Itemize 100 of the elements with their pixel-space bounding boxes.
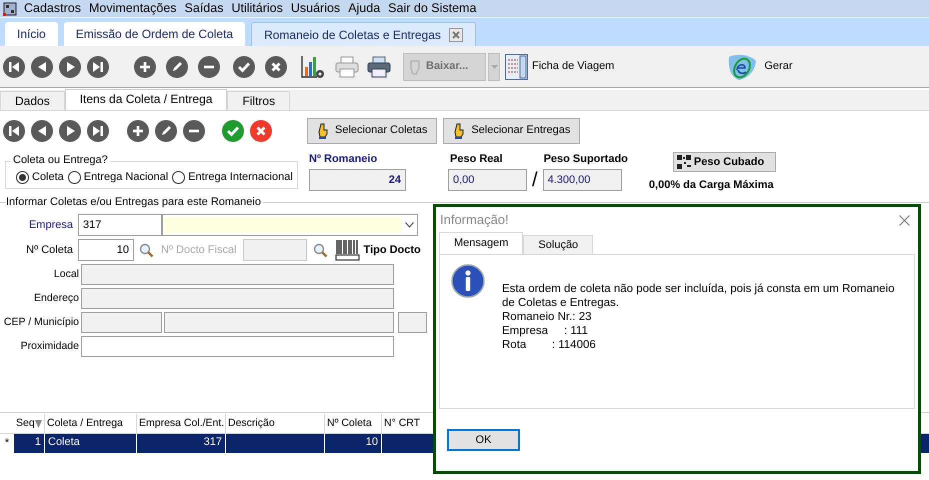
remove-icon[interactable]: [198, 56, 220, 78]
radio-icon[interactable]: [16, 170, 29, 184]
menu-item[interactable]: Cadastros: [20, 0, 85, 17]
tab[interactable]: Mensagem: [439, 232, 524, 254]
menu-item[interactable]: Movimentações: [84, 0, 181, 17]
edit-icon[interactable]: [166, 56, 188, 78]
text-field[interactable]: [81, 288, 394, 309]
previous-record-icon[interactable]: [31, 56, 53, 78]
app-icon: [3, 2, 17, 16]
hand-icon: [317, 122, 329, 138]
printer-icon[interactable]: [367, 56, 391, 78]
hand-icon: [453, 122, 466, 138]
cancel-icon[interactable]: [265, 56, 287, 78]
tab[interactable]: Itens da Coleta / Entrega: [64, 89, 228, 110]
menu-item[interactable]: Sair do Sistema: [384, 0, 480, 17]
table-cell: Coleta: [45, 434, 137, 453]
tab[interactable]: Filtros: [227, 91, 290, 110]
search-icon[interactable]: [139, 242, 154, 258]
last-record-icon[interactable]: [87, 56, 109, 78]
gerar-label[interactable]: Gerar: [764, 58, 792, 75]
table-cell: 10: [325, 434, 382, 453]
empresa-field[interactable]: 317: [78, 214, 162, 236]
peso-suportado-field[interactable]: 4.300,00: [542, 169, 622, 191]
caret-icon: [490, 64, 498, 68]
sort-icon[interactable]: [34, 420, 42, 428]
docto-fiscal-field[interactable]: [242, 239, 307, 261]
barcode-icon[interactable]: [334, 239, 360, 261]
separator-slash: /: [532, 169, 538, 191]
remove-icon[interactable]: [183, 120, 205, 142]
radio-option[interactable]: Coleta: [16, 168, 64, 186]
peso-real-field[interactable]: 0,00: [448, 169, 527, 191]
field-label: Local: [52, 266, 80, 282]
carga-maxima-text: 0,00% da Carga Máxima: [648, 178, 774, 193]
tab[interactable]: Início: [5, 22, 58, 46]
field-label: Endereço: [33, 290, 80, 306]
select-button[interactable]: Selecionar Coletas: [307, 118, 438, 144]
tab[interactable]: Dados: [0, 91, 65, 110]
peso-real-label: Peso Real: [449, 152, 504, 167]
last-record-icon[interactable]: [87, 120, 109, 142]
close-icon[interactable]: [899, 214, 910, 226]
group-title: Coleta ou Entrega?: [11, 153, 110, 167]
radio-icon[interactable]: [68, 170, 81, 184]
column-header[interactable]: Empresa Col./Ent.: [137, 414, 226, 433]
radio-option[interactable]: Entrega Internacional: [172, 168, 293, 186]
field-label: Nº Coleta: [25, 242, 74, 258]
message-text: Esta ordem de coleta não pode ser incluída, pois já consta em um Romaneio de Coletas e Entregas. Romaneio Nr.: 23 Empresa : 111 Rota : 114006: [502, 282, 896, 352]
section-title: Informar Coletas e/ou Entregas para este Romaneio: [6, 195, 263, 209]
row-marker: *: [0, 434, 14, 453]
radio-option[interactable]: Entrega Nacional: [68, 168, 168, 186]
menu-item[interactable]: Utilitários: [227, 0, 287, 17]
column-header[interactable]: Descrição: [226, 414, 325, 433]
edit-icon[interactable]: [155, 120, 177, 142]
column-header[interactable]: Coleta / Entrega: [45, 414, 137, 433]
info-icon: [451, 264, 485, 298]
menu-item[interactable]: Usuários: [286, 0, 344, 17]
close-icon[interactable]: [448, 28, 463, 42]
field-label: Empresa: [28, 218, 74, 233]
coleta-field[interactable]: 10: [78, 239, 134, 261]
select-button[interactable]: Selecionar Entregas: [443, 118, 580, 144]
confirm-icon[interactable]: [222, 120, 244, 142]
tab[interactable]: Emissão de Ordem de Coleta: [64, 22, 246, 46]
dialog-title: Informação!: [440, 211, 509, 230]
previous-record-icon[interactable]: [31, 120, 53, 142]
tab[interactable]: Solução: [523, 235, 594, 254]
menu-item[interactable]: Ajuda: [344, 0, 384, 17]
search-icon[interactable]: [312, 242, 328, 258]
field-label: CEP / Município: [2, 314, 80, 330]
menu-item[interactable]: Saídas: [180, 0, 228, 17]
field-label: Nº Docto Fiscal: [161, 242, 237, 258]
text-field[interactable]: [81, 264, 394, 285]
add-icon[interactable]: [134, 56, 156, 78]
cep-field[interactable]: [81, 312, 162, 333]
romaneio-label: Nº Romaneio: [309, 152, 378, 167]
first-record-icon[interactable]: [3, 120, 25, 142]
tab[interactable]: Romaneio de Coletas e Entregas: [251, 22, 476, 46]
cancel-icon[interactable]: [250, 120, 272, 142]
radio-icon[interactable]: [172, 170, 186, 184]
table-cell: 1: [14, 434, 45, 453]
field-label: Tipo Docto: [364, 242, 421, 258]
next-record-icon[interactable]: [59, 120, 81, 142]
ficha-label[interactable]: Ficha de Viagem: [532, 58, 614, 75]
hand-icon: [408, 58, 422, 74]
chevron-icon[interactable]: [405, 222, 414, 228]
next-record-icon[interactable]: [59, 56, 81, 78]
peso-suportado-label: Peso Suportado: [542, 152, 628, 167]
municipio-field[interactable]: [164, 312, 394, 333]
column-header[interactable]: Seq: [14, 414, 45, 433]
peso-cubado-button[interactable]: Peso Cubado: [672, 152, 776, 172]
add-icon[interactable]: [127, 120, 149, 142]
confirm-icon[interactable]: [233, 56, 255, 78]
first-record-icon[interactable]: [3, 56, 25, 78]
qr-code-icon: [676, 155, 691, 169]
uf-field[interactable]: [398, 312, 427, 333]
text-field[interactable]: [81, 336, 394, 357]
romaneio-field[interactable]: 24: [309, 169, 406, 191]
column-header[interactable]: Nº Coleta: [325, 414, 382, 433]
ok-button[interactable]: OK: [447, 429, 520, 451]
field-label: Proximidade: [20, 338, 80, 354]
list-icon[interactable]: [505, 54, 528, 80]
bar-chart-icon[interactable]: [301, 54, 325, 78]
